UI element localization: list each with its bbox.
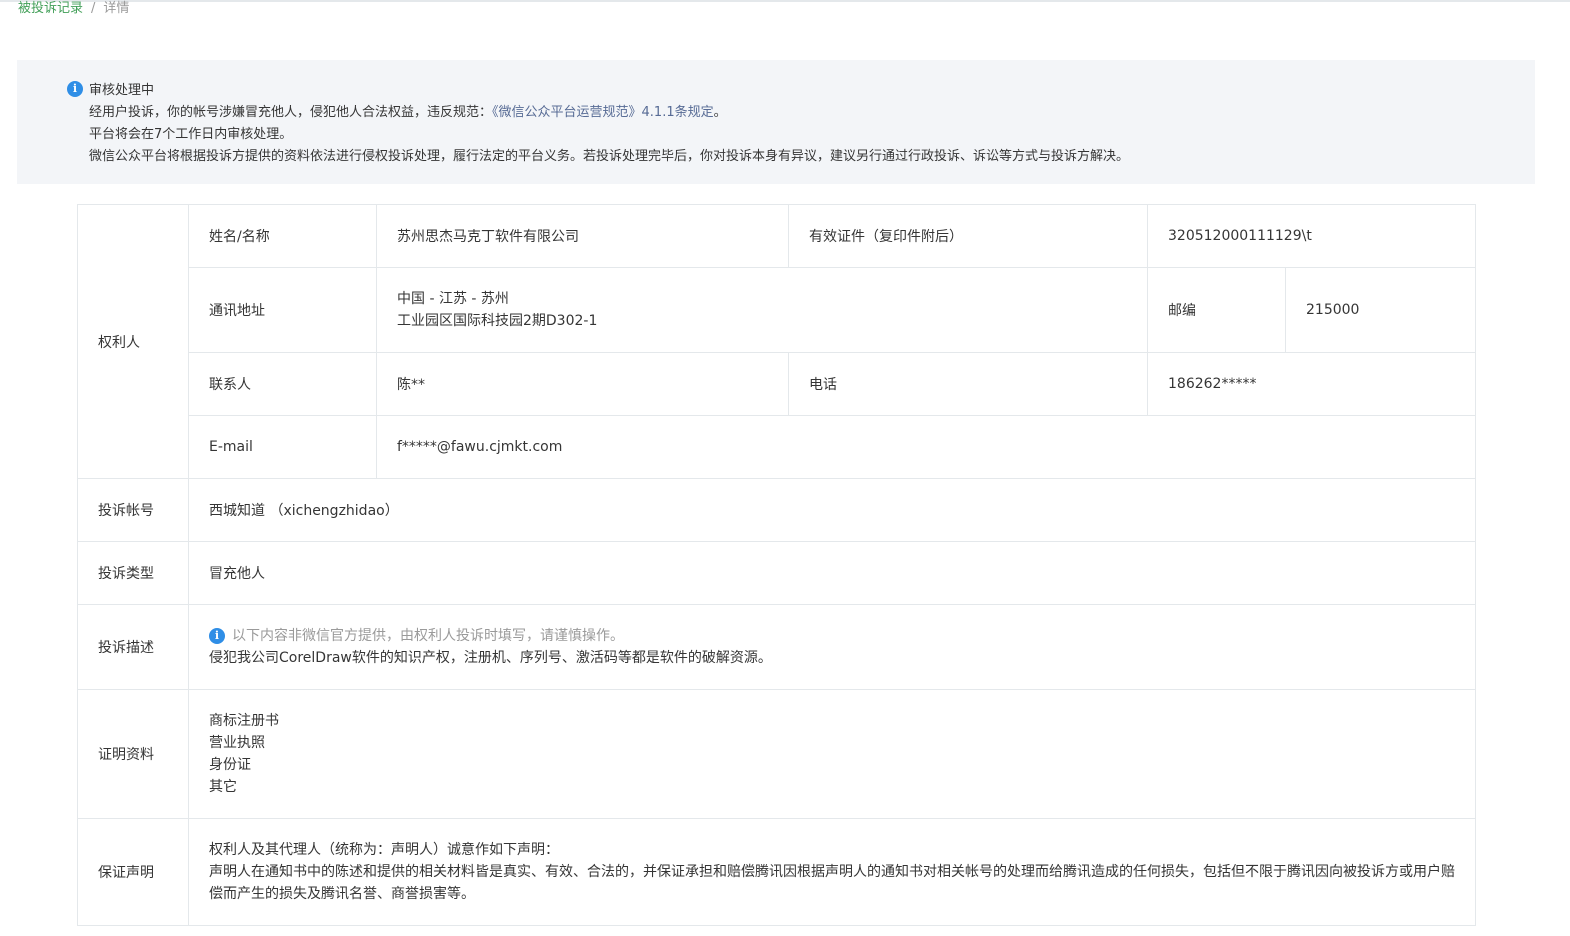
complaint-account-value: 西城知道 （xichengzhidao） <box>187 478 1477 542</box>
notice-line-review-time: 平台将会在7个工作日内审核处理。 <box>89 127 293 142</box>
table-row: 联系人 陈** 电话 186262***** <box>78 352 1477 416</box>
platform-rules-link[interactable]: 《微信公众平台运营规范》4.1.1条规定 <box>492 105 714 120</box>
complaint-desc-value: i 以下内容非微信官方提供，由权利人投诉时填写，请谨慎操作。 侵犯我公司Core… <box>187 604 1477 690</box>
rights-holder-label: 权利人 <box>77 204 189 479</box>
declaration-body: 声明人在通知书中的陈述和提供的相关材料皆是真实、有效、合法的，并保证承担和赔偿腾… <box>209 864 1455 902</box>
contact-value: 陈** <box>376 352 789 416</box>
declaration-value: 权利人及其代理人（统称为：声明人）诚意作如下声明： 声明人在通知书中的陈述和提供… <box>187 818 1477 926</box>
complaint-account-label: 投诉帐号 <box>77 478 189 542</box>
evidence-item-trademark: 商标注册书 <box>209 713 279 729</box>
table-row: 通讯地址 中国 - 江苏 - 苏州 工业园区国际科技园2期D302-1 邮编 2… <box>78 267 1477 353</box>
id-document-value: 320512000111129\t <box>1146 204 1477 268</box>
info-icon: i <box>67 81 83 97</box>
table-row: 证明资料 商标注册书 营业执照 身份证 其它 <box>77 689 1477 819</box>
desc-disclaimer: i 以下内容非微信官方提供，由权利人投诉时填写，请谨慎操作。 <box>209 625 1455 647</box>
breadcrumb-separator: / <box>91 1 96 16</box>
complaint-type-label: 投诉类型 <box>77 541 189 605</box>
evidence-item-id-card: 身份证 <box>209 757 251 773</box>
complaint-detail-table: 权利人 姓名/名称 苏州思杰马克丁软件有限公司 有效证件（复印件附后） 3205… <box>77 204 1477 926</box>
evidence-item-business-license: 营业执照 <box>209 735 265 751</box>
id-document-label: 有效证件（复印件附后） <box>788 204 1148 268</box>
evidence-item-other: 其它 <box>209 779 237 795</box>
table-row: 权利人 姓名/名称 苏州思杰马克丁软件有限公司 有效证件（复印件附后） 3205… <box>77 204 1477 479</box>
review-notice: i 审核处理中 经用户投诉，你的帐号涉嫌冒充他人，侵犯他人合法权益，违反规范：《… <box>17 60 1535 184</box>
table-row: 投诉描述 i 以下内容非微信官方提供，由权利人投诉时填写，请谨慎操作。 侵犯我公… <box>77 604 1477 690</box>
top-divider <box>0 0 1570 2</box>
table-row: 投诉类型 冒充他人 <box>77 541 1477 605</box>
contact-label: 联系人 <box>188 352 377 416</box>
complaint-desc-label: 投诉描述 <box>77 604 189 690</box>
declaration-label: 保证声明 <box>77 818 189 926</box>
table-row: E-mail f*****@fawu.cjmkt.com <box>78 415 1477 479</box>
breadcrumb-link-complaint-records[interactable]: 被投诉记录 <box>18 1 83 16</box>
postcode-label: 邮编 <box>1147 267 1286 353</box>
notice-violation-suffix: 。 <box>713 105 727 120</box>
info-icon: i <box>209 628 225 644</box>
postcode-value: 215000 <box>1284 267 1477 353</box>
phone-label: 电话 <box>788 352 1148 416</box>
name-value: 苏州思杰马克丁软件有限公司 <box>376 204 789 268</box>
evidence-label: 证明资料 <box>77 689 189 819</box>
notice-violation-text: 经用户投诉，你的帐号涉嫌冒充他人，侵犯他人合法权益，违反规范： <box>89 105 493 120</box>
address-label: 通讯地址 <box>188 267 377 353</box>
table-row: 投诉帐号 西城知道 （xichengzhidao） <box>77 478 1477 542</box>
notice-line-dispute: 微信公众平台将根据投诉方提供的资料依法进行侵权投诉处理，履行法定的平台义务。若投… <box>89 149 1130 164</box>
desc-text: 侵犯我公司CorelDraw软件的知识产权，注册机、序列号、激活码等都是软件的破… <box>209 650 772 666</box>
desc-disclaimer-text: 以下内容非微信官方提供，由权利人投诉时填写，请谨慎操作。 <box>232 628 624 644</box>
breadcrumb: 被投诉记录 / 详情 <box>18 0 129 18</box>
address-line-region: 中国 - 江苏 - 苏州 <box>397 291 509 307</box>
address-value: 中国 - 江苏 - 苏州 工业园区国际科技园2期D302-1 <box>376 267 1148 353</box>
table-row: 保证声明 权利人及其代理人（统称为：声明人）诚意作如下声明： 声明人在通知书中的… <box>77 818 1477 926</box>
notice-line-violation: 经用户投诉，你的帐号涉嫌冒充他人，侵犯他人合法权益，违反规范：《微信公众平台运营… <box>89 102 1535 124</box>
declaration-intro: 权利人及其代理人（统称为：声明人）诚意作如下声明： <box>209 842 559 858</box>
address-line-street: 工业园区国际科技园2期D302-1 <box>397 313 598 329</box>
breadcrumb-current: 详情 <box>103 1 130 16</box>
complaint-type-value: 冒充他人 <box>187 541 1477 605</box>
email-label: E-mail <box>188 415 377 479</box>
phone-value: 186262***** <box>1146 352 1477 416</box>
email-value: f*****@fawu.cjmkt.com <box>375 415 1477 479</box>
name-label: 姓名/名称 <box>188 204 377 268</box>
evidence-list: 商标注册书 营业执照 身份证 其它 <box>187 689 1477 819</box>
notice-status: 审核处理中 <box>89 83 155 98</box>
